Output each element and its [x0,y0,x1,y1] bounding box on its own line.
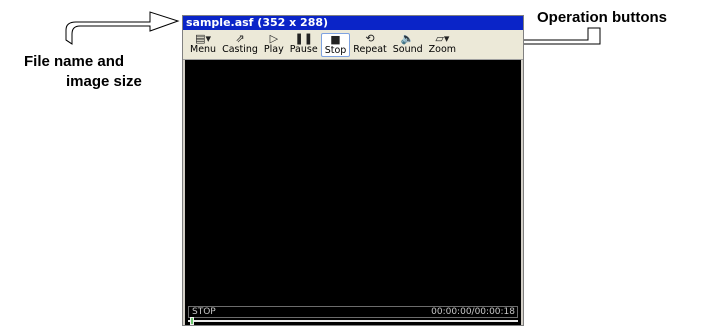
sound-button[interactable]: 🔈 Sound [390,33,426,57]
menu-label: Menu [190,44,217,55]
sound-label: Sound [392,44,423,55]
repeat-label: Repeat [353,44,387,55]
stop-label: Stop [324,45,347,56]
playback-state: STOP [192,307,216,317]
play-button[interactable]: ▷ Play [261,33,287,57]
zoom-button[interactable]: ▱▾ Zoom [426,33,459,57]
file-info-line2: image size [66,73,142,90]
zoom-label: Zoom [428,44,457,55]
file-info-line1: File name and [24,53,125,70]
media-player-window: sample.asf (352 x 288) ▤▾ Menu ⇗ Casting… [182,15,524,326]
file-info-arrow [65,11,180,45]
player-title: sample.asf (352 x 288) [183,16,523,30]
stop-button[interactable]: ■ Stop [320,33,351,57]
seek-thumb[interactable] [190,317,194,325]
operation-buttons-callout: Operation buttons [537,9,667,26]
playback-time: 00:00:00/00:00:18 [431,307,515,317]
menu-button[interactable]: ▤▾ Menu [187,33,219,57]
status-display: STOP 00:00:00/00:00:18 [188,306,518,318]
operation-toolbar: ▤▾ Menu ⇗ Casting ▷ Play ❚❚ Pause ■ Stop… [183,30,523,60]
file-info-callout: File name and image size [24,52,142,92]
repeat-button[interactable]: ⟲ Repeat [350,33,389,57]
status-bar: STOP 00:00:00/00:00:18 [185,305,521,325]
casting-button[interactable]: ⇗ Casting [219,33,261,57]
pause-label: Pause [289,44,318,55]
seek-bar[interactable] [188,320,518,322]
pause-button[interactable]: ❚❚ Pause [287,33,321,57]
casting-label: Casting [222,44,258,55]
play-label: Play [263,44,284,55]
video-area[interactable] [185,60,521,305]
